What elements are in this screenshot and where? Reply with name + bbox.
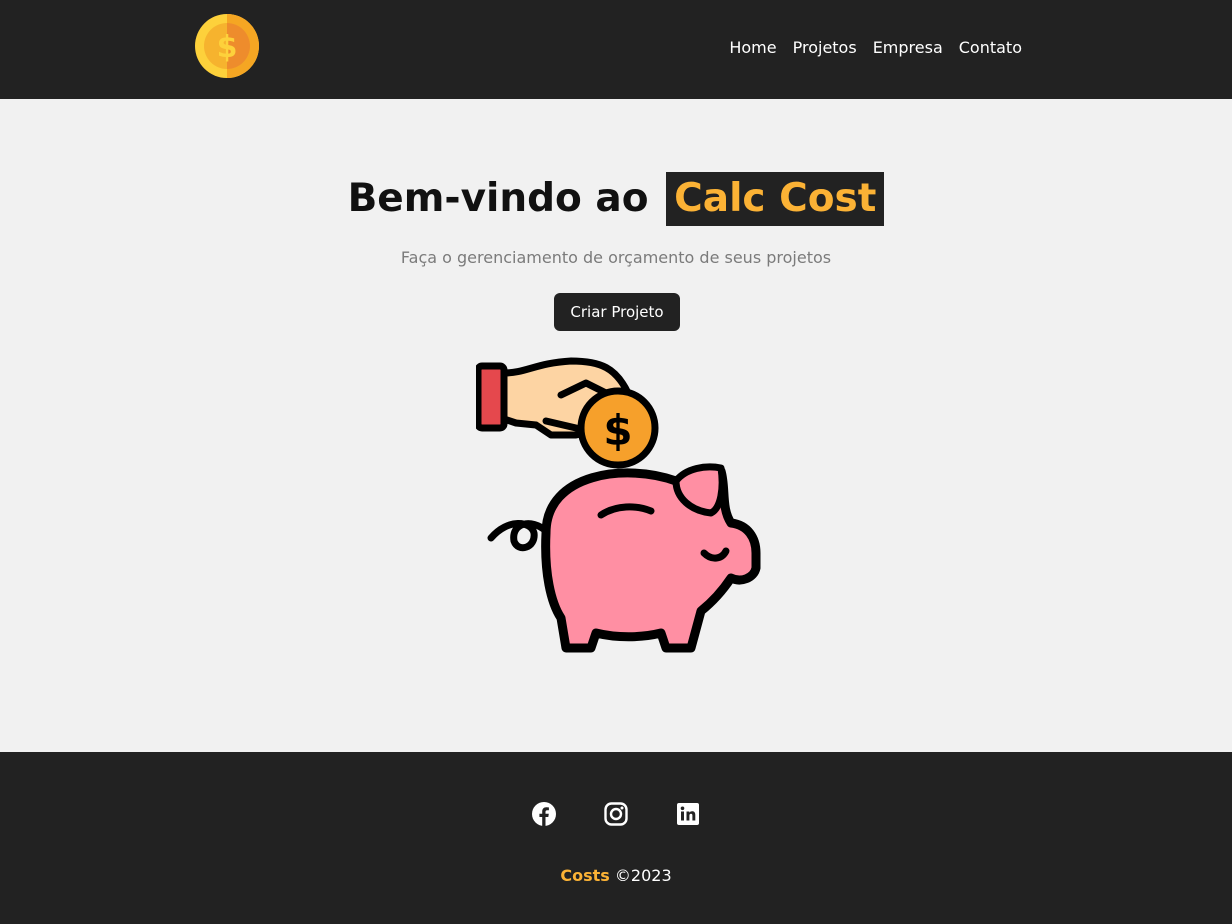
nav-link-home[interactable]: Home [729, 38, 776, 57]
footer-brand: Costs [560, 866, 610, 885]
svg-text:$: $ [217, 30, 238, 65]
copyright-year: ©2023 [614, 866, 672, 885]
nav-link-projetos[interactable]: Projetos [793, 38, 857, 57]
hero-title: Bem-vindo ao Calc Cost [0, 171, 1232, 227]
nav-links: Home Projetos Empresa Contato [729, 36, 1022, 60]
nav-item-home: Home [729, 36, 776, 60]
linkedin-icon[interactable] [676, 802, 700, 826]
copyright: Costs ©2023 [0, 864, 1232, 888]
nav-item-contato: Contato [959, 36, 1022, 60]
nav-link-contato[interactable]: Contato [959, 38, 1022, 57]
navbar: $ Home Projetos Empresa Contato [0, 0, 1232, 99]
instagram-icon[interactable] [604, 802, 628, 826]
hero-title-prefix: Bem-vindo ao [347, 176, 649, 221]
nav-item-empresa: Empresa [873, 36, 943, 60]
home-section: Bem-vindo ao Calc Cost Faça o gerenciame… [0, 99, 1232, 752]
footer: Costs ©2023 [0, 752, 1232, 924]
svg-text:$: $ [603, 406, 632, 455]
social-list [532, 802, 700, 826]
facebook-icon[interactable] [532, 802, 556, 826]
nav-link-empresa[interactable]: Empresa [873, 38, 943, 57]
piggy-bank-coin-icon: $ [474, 353, 766, 658]
create-project-button[interactable]: Criar Projeto [554, 293, 680, 331]
hero-subtitle: Faça o gerenciamento de orçamento de seu… [400, 248, 832, 267]
hero-title-brand: Calc Cost [666, 172, 885, 226]
nav-item-projetos: Projetos [793, 36, 857, 60]
dollar-coin-logo-icon[interactable]: $ [194, 13, 260, 79]
